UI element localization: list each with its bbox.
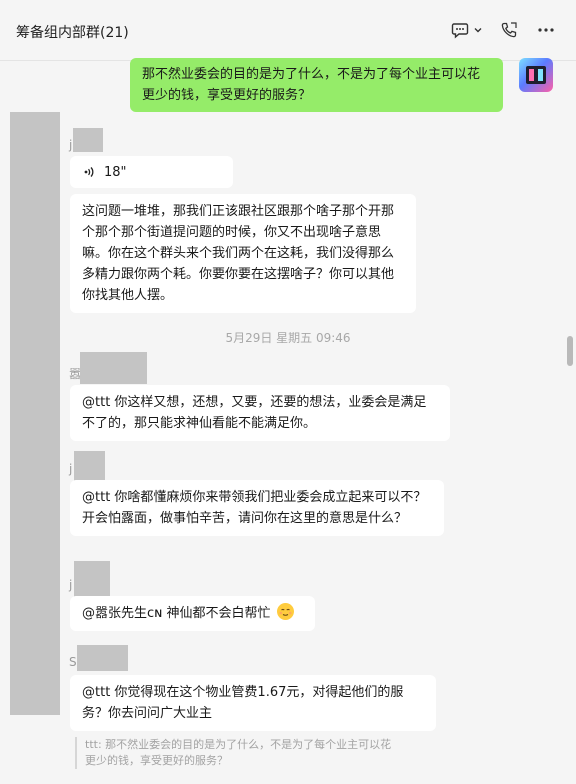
redacted-name bbox=[73, 128, 103, 152]
message-text: @ttt 你觉得现在这个物业管费1.67元，对得起他们的服务？你去问问广大业主 bbox=[82, 685, 404, 721]
redacted-name bbox=[74, 561, 110, 597]
message-bubble[interactable]: @ttt 你这样又想，还想，又要，还要的想法，业委会是满足不了的，那只能求神仙看… bbox=[70, 385, 450, 441]
message-bubble-mine[interactable]: 那不然业委会的目的是为了什么，不是为了每个业主可以花更少的钱，享受更好的服务？ bbox=[130, 58, 503, 112]
message-bubble[interactable]: 这问题一堆堆，那我们正该跟社区跟那个啥子那个开那个那个那个街道提问题的时候，你又… bbox=[70, 194, 416, 313]
scrollbar-thumb[interactable] bbox=[567, 336, 573, 366]
chat-header: 筹备组内部群(21) bbox=[0, 0, 576, 61]
message-text: 那不然业委会的目的是为了什么，不是为了每个业主可以花更少的钱，享受更好的服务？ bbox=[142, 67, 481, 103]
voice-duration: 18" bbox=[104, 165, 127, 180]
sender-name: S bbox=[69, 655, 77, 669]
message-text: @ttt 你啥都懂麻烦你来带领我们把业委会成立起来可以不？开会怕露面，做事怕辛苦… bbox=[82, 490, 427, 526]
quoted-text: ttt: 那不然业委会的目的是为了什么，不是为了每个业主可以花更少的钱，享受更好… bbox=[85, 738, 392, 767]
voice-icon bbox=[84, 167, 94, 177]
timestamp: 5月29日 星期五 09:46 bbox=[225, 331, 351, 345]
message-bubble[interactable]: @嚣张先生ᴄɴ 神仙都不会白帮忙 bbox=[70, 596, 315, 631]
chevron-down-icon[interactable] bbox=[473, 18, 483, 42]
voice-message[interactable]: 18" bbox=[70, 156, 233, 188]
more-icon[interactable] bbox=[537, 18, 555, 42]
redacted-name bbox=[80, 352, 147, 384]
message-bubble[interactable]: @ttt 你觉得现在这个物业管费1.67元，对得起他们的服务？你去问问广大业主 bbox=[70, 675, 436, 731]
message-text: 这问题一堆堆，那我们正该跟社区跟那个啥子那个开那个那个那个街道提问题的时候，你又… bbox=[82, 204, 395, 303]
message-text: @嚣张先生ᴄɴ 神仙都不会白帮忙 bbox=[82, 606, 271, 621]
redacted-name bbox=[77, 645, 128, 671]
quoted-message[interactable]: ttt: 那不然业委会的目的是为了什么，不是为了每个业主可以花更少的钱，享受更好… bbox=[75, 737, 395, 769]
sender-name: j bbox=[69, 138, 73, 152]
message-text: @ttt 你这样又想，还想，又要，还要的想法，业委会是满足不了的，那只能求神仙看… bbox=[82, 395, 427, 431]
redacted-name bbox=[74, 451, 105, 483]
chat-title[interactable]: 筹备组内部群(21) bbox=[16, 22, 129, 42]
avatar-me[interactable] bbox=[519, 58, 553, 92]
phone-icon[interactable] bbox=[500, 18, 518, 42]
redacted-avatars bbox=[10, 112, 60, 715]
chat-icon[interactable] bbox=[451, 18, 469, 42]
relieved-face-emoji bbox=[276, 603, 294, 620]
sender-name: j bbox=[69, 462, 73, 476]
sender-name: j bbox=[69, 578, 73, 592]
message-bubble[interactable]: @ttt 你啥都懂麻烦你来带领我们把业委会成立起来可以不？开会怕露面，做事怕辛苦… bbox=[70, 480, 444, 536]
